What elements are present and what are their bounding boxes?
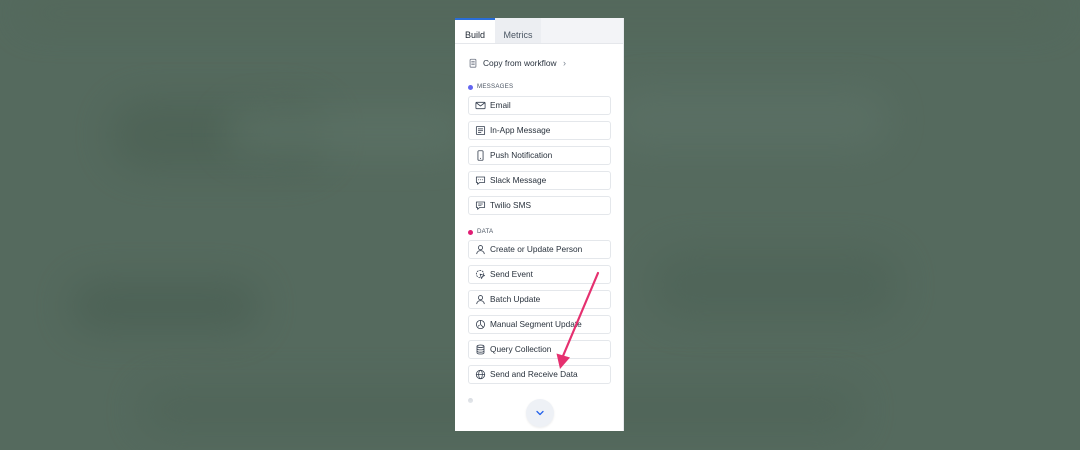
- data-item-batch-update[interactable]: Batch Update: [468, 290, 611, 309]
- background-blur: [70, 280, 260, 332]
- mail-icon: [475, 101, 486, 110]
- tab-bar-fill: [541, 18, 623, 43]
- phone-icon: [477, 150, 484, 161]
- chevron-down-icon: [536, 410, 544, 416]
- messages-section-title: MESSAGES: [477, 83, 514, 90]
- person-icon: [476, 295, 485, 305]
- tab-metrics[interactable]: Metrics: [495, 18, 541, 43]
- message-item-slack[interactable]: Slack Message: [468, 171, 611, 190]
- data-section-title: DATA: [477, 228, 494, 235]
- item-label: Email: [490, 100, 511, 110]
- panel-tabs: Build Metrics: [455, 18, 623, 44]
- data-dot-icon: [468, 230, 473, 235]
- copy-from-workflow-link[interactable]: Copy from workflow ›: [468, 55, 608, 71]
- item-label: Send Event: [490, 269, 533, 279]
- item-label: Query Collection: [490, 344, 552, 354]
- message-item-push[interactable]: Push Notification: [468, 146, 611, 165]
- message-item-email[interactable]: Email: [468, 96, 611, 115]
- item-label: Create or Update Person: [490, 244, 583, 254]
- globe-icon: [475, 369, 486, 380]
- background-blur: [650, 250, 900, 320]
- database-icon: [476, 344, 485, 355]
- segment-icon: [475, 319, 486, 330]
- item-label: Slack Message: [490, 175, 547, 185]
- item-label: Manual Segment Update: [490, 319, 582, 329]
- background-blur: [610, 90, 890, 150]
- item-label: In-App Message: [490, 125, 551, 135]
- background-blur: [225, 110, 465, 154]
- data-item-create-update-person[interactable]: Create or Update Person: [468, 240, 611, 259]
- chat-bubble-icon: [475, 176, 486, 185]
- message-item-in-app[interactable]: In-App Message: [468, 121, 611, 140]
- clipboard-icon: [469, 58, 477, 68]
- message-window-icon: [475, 125, 486, 136]
- data-item-query-collection[interactable]: Query Collection: [468, 340, 611, 359]
- item-label: Push Notification: [490, 150, 553, 160]
- sms-icon: [475, 201, 486, 210]
- messages-dot-icon: [468, 85, 473, 90]
- data-item-send-event[interactable]: Send Event: [468, 265, 611, 284]
- chevron-right-icon: ›: [563, 58, 566, 68]
- data-item-manual-segment-update[interactable]: Manual Segment Update: [468, 315, 611, 334]
- copy-from-workflow-label: Copy from workflow: [483, 58, 557, 68]
- data-item-send-receive-data[interactable]: Send and Receive Data: [468, 365, 611, 384]
- workflow-build-panel: Build Metrics Copy from workflow › MESSA…: [455, 18, 624, 431]
- message-item-twilio[interactable]: Twilio SMS: [468, 196, 611, 215]
- tab-build[interactable]: Build: [455, 18, 495, 43]
- item-label: Twilio SMS: [490, 200, 532, 210]
- item-label: Send and Receive Data: [490, 369, 578, 379]
- scroll-down-button[interactable]: [526, 399, 554, 427]
- person-icon: [476, 245, 485, 255]
- item-label: Batch Update: [490, 294, 541, 304]
- send-event-icon: [475, 269, 485, 279]
